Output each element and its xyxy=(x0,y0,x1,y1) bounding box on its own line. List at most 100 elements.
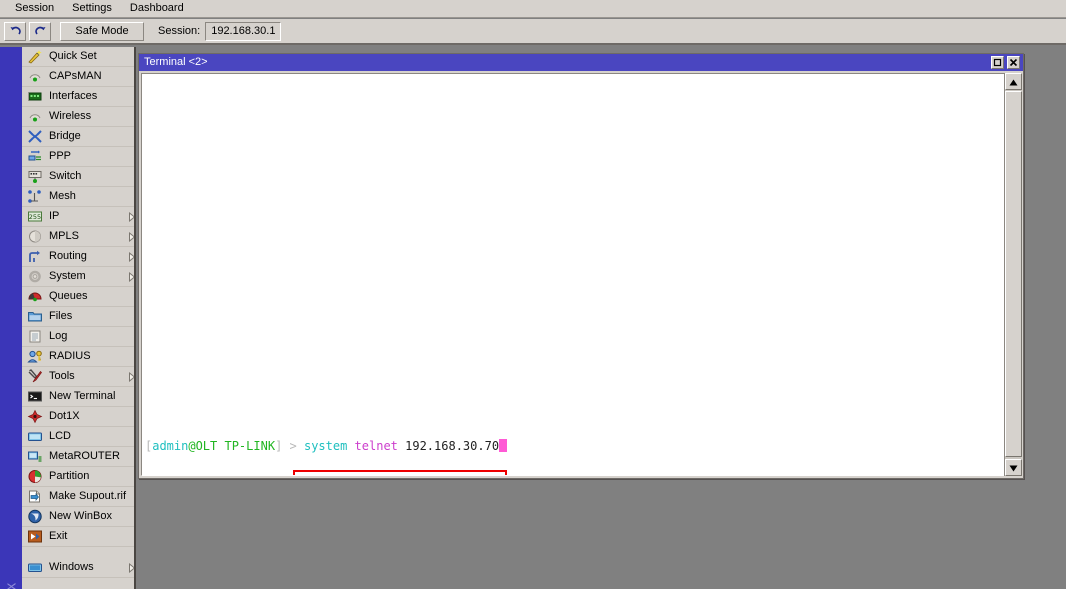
window-controls xyxy=(991,56,1020,69)
mesh-icon xyxy=(26,189,44,205)
wand-icon xyxy=(26,49,44,65)
sidebar-item-system[interactable]: System xyxy=(22,267,134,287)
sidebar-item-routing[interactable]: Routing xyxy=(22,247,134,267)
terminal-window-title: Terminal <2> xyxy=(144,56,208,68)
sidebar-item-mpls[interactable]: MPLS xyxy=(22,227,134,247)
ppp-icon xyxy=(26,149,44,165)
session-address-field[interactable]: 192.168.30.1 xyxy=(205,21,282,41)
sidebar-item-wireless[interactable]: Wireless xyxy=(22,107,134,127)
sidebar-item-label: MPLS xyxy=(49,230,79,242)
sidebar-item-metarouter[interactable]: MetaROUTER xyxy=(22,447,134,467)
terminal-titlebar[interactable]: Terminal <2> xyxy=(139,54,1023,71)
menu-bar: Session Settings Dashboard xyxy=(0,0,1066,18)
sidebar-item-label: Quick Set xyxy=(49,50,97,62)
scrollbar-track[interactable] xyxy=(1005,90,1022,459)
sidebar-item-ppp[interactable]: PPP xyxy=(22,147,134,167)
sidebar-item-new-winbox[interactable]: New WinBox xyxy=(22,507,134,527)
windows-icon xyxy=(26,560,44,576)
antenna-icon xyxy=(26,109,44,125)
sidebar-item-label: Queues xyxy=(49,290,88,302)
bridge-icon xyxy=(26,129,44,145)
sidebar-item-interfaces[interactable]: Interfaces xyxy=(22,87,134,107)
sidebar-item-label: Exit xyxy=(49,530,68,542)
sidebar-item-exit[interactable]: Exit xyxy=(22,527,134,547)
sidebar-item-new-terminal[interactable]: New Terminal xyxy=(22,387,134,407)
menu-settings[interactable]: Settings xyxy=(63,0,121,17)
ip-255-icon: 255 xyxy=(26,209,44,225)
sidebar-item-label: Wireless xyxy=(49,110,92,122)
mpls-icon xyxy=(26,229,44,245)
terminal-window[interactable]: Terminal <2> [admin@OLT TP-LINK] > syste… xyxy=(138,53,1024,479)
prompt-close-bracket: ] xyxy=(275,439,290,453)
sidebar-item-label: Log xyxy=(49,330,68,342)
sidebar-item-label: Dot1X xyxy=(49,410,80,422)
sidebar-item-quick-set[interactable]: Quick Set xyxy=(22,47,134,67)
sidebar-item-label: New Terminal xyxy=(49,390,116,402)
sidebar-item-label: Interfaces xyxy=(49,90,98,102)
radius-key-icon xyxy=(26,349,44,365)
command-word-telnet: telnet xyxy=(354,439,406,453)
toolbar: Safe Mode Session: 192.168.30.1 xyxy=(0,19,1066,45)
sidebar-item-label: RADIUS xyxy=(49,350,91,362)
prompt-username: admin xyxy=(152,439,189,453)
menu-dashboard[interactable]: Dashboard xyxy=(121,0,193,17)
menu-session[interactable]: Session xyxy=(6,0,63,17)
queues-icon xyxy=(26,289,44,305)
maximize-button[interactable] xyxy=(991,56,1004,69)
sidebar-item-label: Routing xyxy=(49,250,87,262)
terminal-command-line: [admin@OLT TP-LINK] > system telnet 192.… xyxy=(142,424,1004,469)
prompt-caret: > xyxy=(289,439,304,453)
sidebar-item-radius[interactable]: RADIUS xyxy=(22,347,134,367)
undo-button[interactable] xyxy=(4,21,26,41)
folder-icon xyxy=(26,309,44,325)
sidebar-item-files[interactable]: Files xyxy=(22,307,134,327)
dot1x-icon xyxy=(26,409,44,425)
sidebar-item-make-supout-rif[interactable]: Make Supout.rif xyxy=(22,487,134,507)
scrollbar-up-button[interactable] xyxy=(1005,73,1022,90)
sidebar-item-bridge[interactable]: Bridge xyxy=(22,127,134,147)
sidebar-item-log[interactable]: Log xyxy=(22,327,134,347)
sidebar-item-queues[interactable]: Queues xyxy=(22,287,134,307)
close-x-icon xyxy=(1009,58,1018,67)
redo-button[interactable] xyxy=(29,21,51,41)
sidebar-item-switch[interactable]: Switch xyxy=(22,167,134,187)
scroll-up-arrow-icon xyxy=(1009,73,1018,91)
interfaces-icon xyxy=(26,89,44,105)
system-gear-icon xyxy=(26,269,44,285)
sidebar-item-windows[interactable]: Windows xyxy=(22,558,134,578)
close-button[interactable] xyxy=(1007,56,1020,69)
sidebar-item-label: Mesh xyxy=(49,190,76,202)
sidebar-item-partition[interactable]: Partition xyxy=(22,467,134,487)
sidebar-item-label: Make Supout.rif xyxy=(49,490,127,502)
metarouter-icon xyxy=(26,449,44,465)
lcd-icon xyxy=(26,429,44,445)
sidebar-item-tools[interactable]: Tools xyxy=(22,367,134,387)
exit-icon xyxy=(26,529,44,545)
command-word-system: system xyxy=(303,439,355,453)
scrollbar-down-button[interactable] xyxy=(1005,459,1022,476)
prompt-hostname: @OLT TP-LINK xyxy=(188,439,276,453)
sidebar-item-dot1x[interactable]: Dot1X xyxy=(22,407,134,427)
text-cursor xyxy=(499,439,508,452)
safe-mode-button[interactable]: Safe Mode xyxy=(60,21,144,41)
scrollbar-thumb[interactable] xyxy=(1005,91,1022,457)
terminal-output-area[interactable]: [admin@OLT TP-LINK] > system telnet 192.… xyxy=(141,73,1005,476)
winbox-application-window: Session Settings Dashboard Safe Mode Ses… xyxy=(0,0,1066,589)
sidebar-item-lcd[interactable]: LCD xyxy=(22,427,134,447)
sidebar-item-label: IP xyxy=(49,210,60,222)
sidebar-separator xyxy=(22,547,134,558)
command-highlight-box xyxy=(293,470,507,475)
terminal-scrollbar[interactable] xyxy=(1004,73,1022,476)
sidebar-item-mesh[interactable]: Mesh xyxy=(22,187,134,207)
antenna-icon xyxy=(26,69,44,85)
log-icon xyxy=(26,329,44,345)
sidebar-item-ip[interactable]: 255 IP xyxy=(22,207,134,227)
sidebar-item-capsman[interactable]: CAPsMAN xyxy=(22,67,134,87)
supout-icon xyxy=(26,489,44,505)
winbox-strip-label: WinBox xyxy=(3,583,20,589)
partition-icon xyxy=(26,469,44,485)
safe-mode-label: Safe Mode xyxy=(75,25,129,37)
routing-icon xyxy=(26,249,44,265)
sidebar-item-label: LCD xyxy=(49,430,72,442)
switch-icon xyxy=(26,169,44,185)
